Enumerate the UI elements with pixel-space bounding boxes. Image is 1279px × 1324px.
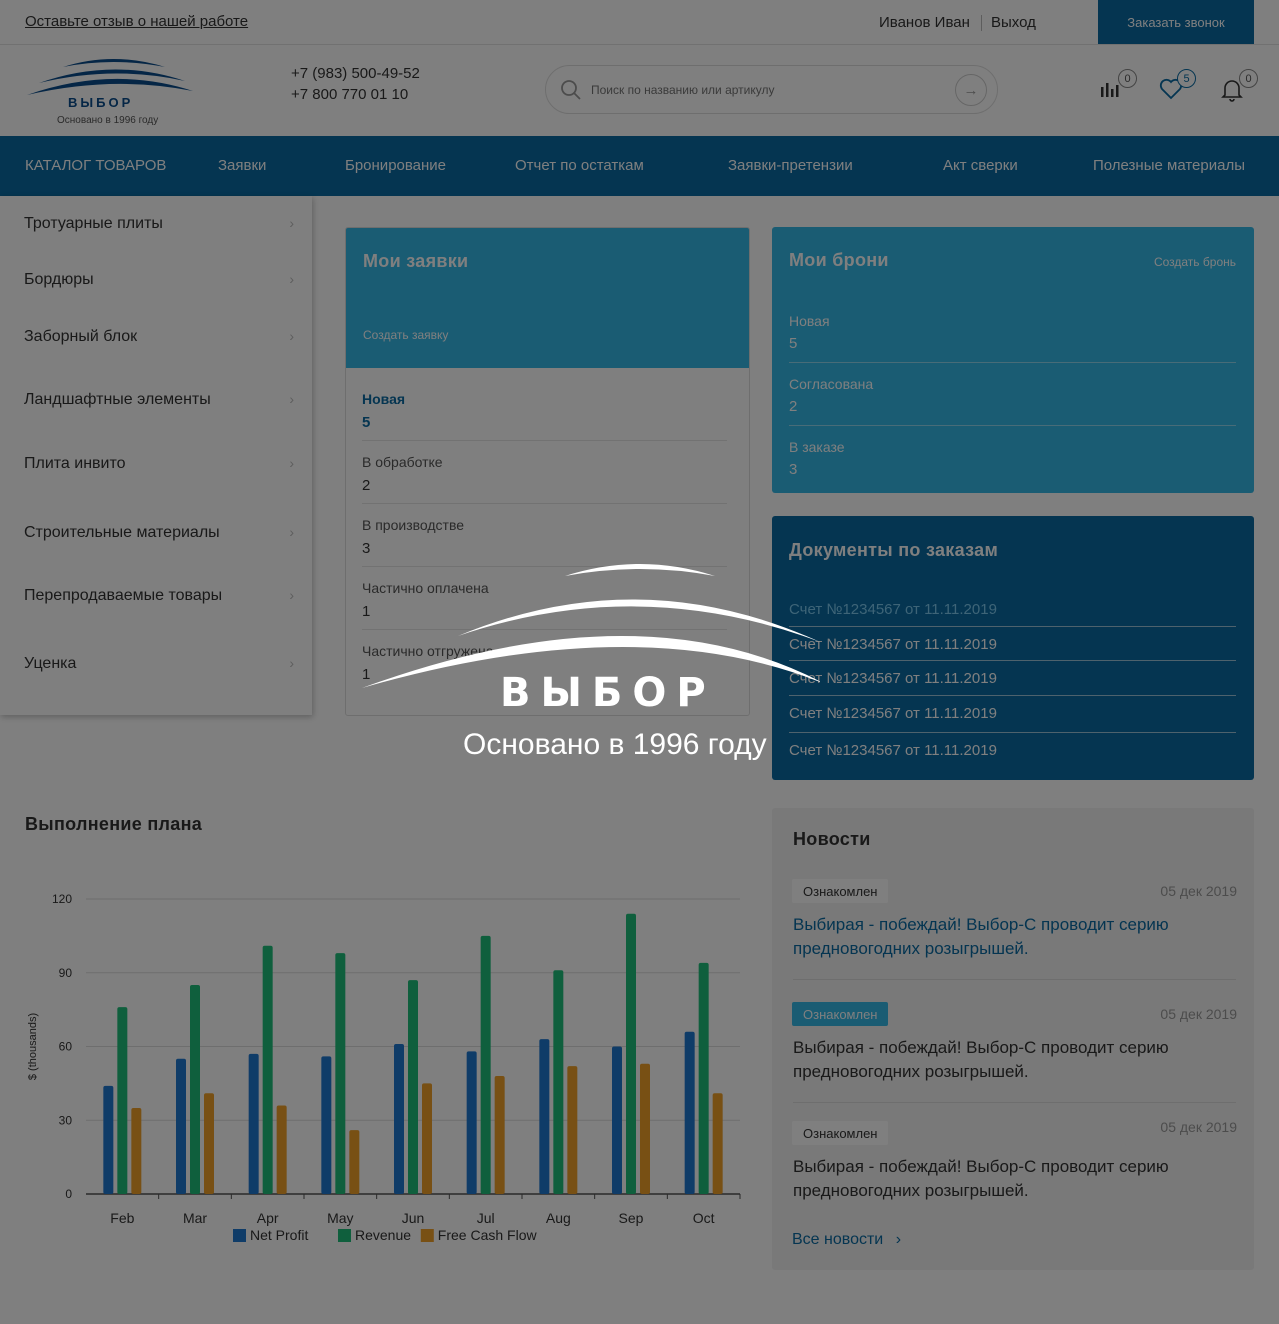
splash-logo: ВЫБОР Основано в 1996 году [350, 550, 825, 780]
splash-logo-text: ВЫБОР [500, 670, 716, 716]
splash-subtitle: Основано в 1996 году [463, 728, 767, 761]
logo-arcs-icon [362, 564, 825, 688]
